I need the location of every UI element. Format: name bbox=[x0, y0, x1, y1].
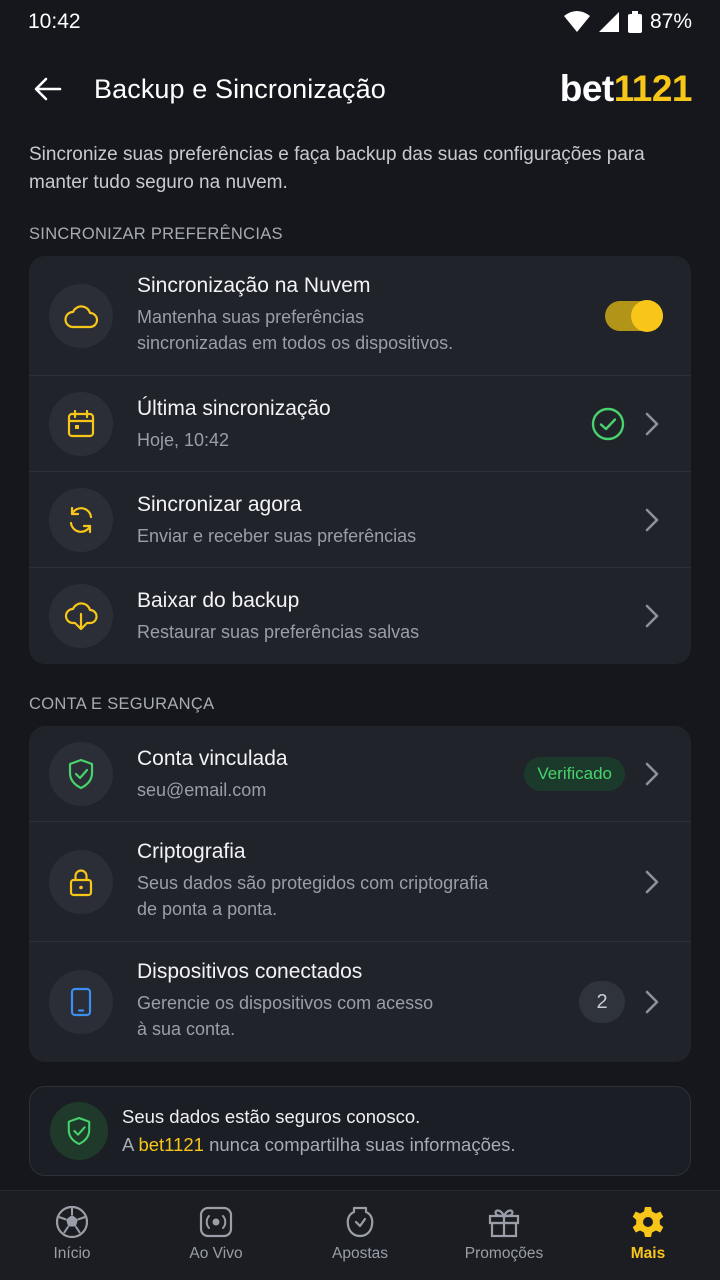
chevron-right-icon bbox=[641, 410, 663, 438]
signal-icon bbox=[598, 12, 619, 32]
chevron-right-icon bbox=[641, 988, 663, 1016]
shield-check-icon bbox=[68, 758, 94, 789]
cloud-sync-toggle[interactable] bbox=[605, 299, 663, 332]
status-time: 10:42 bbox=[28, 10, 81, 33]
bottom-nav: Início Ao Vivo Apostas Promoções Mais bbox=[0, 1190, 720, 1280]
battery-percent: 87% bbox=[649, 10, 692, 33]
gift-icon bbox=[488, 1209, 520, 1238]
cloud-sync-sub: Mantenha suas preferências sincronizadas … bbox=[137, 306, 454, 353]
arrow-left-icon bbox=[34, 77, 62, 101]
sync-icon bbox=[69, 506, 93, 533]
phone-icon-wrap bbox=[49, 970, 113, 1034]
verified-badge: Verificado bbox=[524, 756, 625, 791]
status-indicators: 87% bbox=[563, 10, 692, 34]
nav-item-inicio[interactable]: Início bbox=[0, 1191, 144, 1280]
encryption-sub: Seus dados são protegidos com criptograf… bbox=[137, 872, 489, 919]
info-line-2: A bet1121 nunca compartilha suas informa… bbox=[122, 1134, 516, 1155]
nav-label: Ao Vivo bbox=[189, 1245, 243, 1262]
row-linked-account[interactable]: Conta vinculada seu@email.com Verificado bbox=[29, 726, 691, 822]
lock-icon bbox=[69, 868, 93, 896]
last-sync-title: Última sincronização bbox=[137, 396, 331, 420]
gear-icon bbox=[632, 1207, 664, 1237]
shield-check-icon-wrap bbox=[50, 1102, 108, 1160]
linked-account-email: seu@email.com bbox=[137, 779, 267, 800]
devices-sub: Gerencie os dispositivos com acesso à sua… bbox=[137, 993, 434, 1039]
section-label-sync: SINCRONIZAR PREFERÊNCIAS bbox=[29, 225, 283, 243]
live-icon bbox=[199, 1206, 233, 1238]
row-cloud-sync[interactable]: Sincronização na Nuvem Mantenha suas pre… bbox=[29, 256, 691, 376]
nav-label: Início bbox=[53, 1245, 91, 1262]
chevron-right-icon bbox=[641, 602, 663, 630]
soccer-ball-icon bbox=[55, 1205, 89, 1239]
sync-now-title: Sincronizar agora bbox=[137, 492, 302, 516]
download-backup-sub: Restaurar suas preferências salvas bbox=[137, 622, 420, 642]
calendar-icon bbox=[67, 409, 95, 437]
phone-icon bbox=[70, 987, 92, 1017]
page-title: Backup e Sincronização bbox=[94, 73, 386, 104]
encryption-title: Criptografia bbox=[137, 839, 246, 863]
status-bar: 10:42 87% bbox=[0, 0, 720, 44]
wifi-icon bbox=[563, 11, 590, 32]
cloud-download-icon-wrap bbox=[49, 584, 113, 648]
info-line-1: Seus dados estão seguros conosco. bbox=[122, 1106, 421, 1127]
security-info-box: Seus dados estão seguros conosco. A bet1… bbox=[29, 1086, 691, 1176]
calendar-icon-wrap bbox=[49, 391, 113, 456]
app-header: Backup e Sincronização bet1121 bbox=[0, 56, 720, 122]
download-backup-title: Baixar do backup bbox=[137, 589, 300, 612]
back-button[interactable] bbox=[28, 69, 68, 109]
row-encryption[interactable]: Criptografia Seus dados são protegidos c… bbox=[29, 822, 691, 942]
cloud-sync-title: Sincronização na Nuvem bbox=[137, 273, 371, 297]
section-label-account: CONTA E SEGURANÇA bbox=[29, 695, 215, 713]
chevron-right-icon bbox=[641, 506, 663, 534]
nav-item-apostas[interactable]: Apostas bbox=[288, 1191, 432, 1280]
brand-logo: bet1121 bbox=[559, 68, 693, 109]
check-circle-icon bbox=[591, 407, 625, 440]
nav-item-ao-vivo[interactable]: Ao Vivo bbox=[144, 1191, 288, 1280]
linked-account-title: Conta vinculada bbox=[137, 746, 288, 770]
chevron-right-icon bbox=[641, 868, 663, 896]
toggle-knob bbox=[631, 299, 663, 332]
sync-card: Sincronização na Nuvem Mantenha suas pre… bbox=[29, 256, 691, 664]
nav-item-promocoes[interactable]: Promoções bbox=[432, 1191, 576, 1280]
nav-label: Mais bbox=[630, 1245, 666, 1262]
last-sync-time: Hoje, 10:42 bbox=[137, 429, 230, 450]
lock-icon-wrap bbox=[49, 849, 113, 914]
sync-now-sub: Enviar e receber suas preferências bbox=[137, 525, 417, 546]
row-last-sync[interactable]: Última sincronização Hoje, 10:42 bbox=[29, 376, 691, 472]
cloud-icon bbox=[64, 304, 98, 328]
nav-label: Promoções bbox=[464, 1245, 544, 1262]
shield-check-icon bbox=[67, 1116, 91, 1146]
devices-title: Dispositivos conectados bbox=[137, 960, 363, 983]
chevron-right-icon bbox=[641, 760, 663, 788]
battery-icon bbox=[627, 11, 642, 33]
shield-check-icon-wrap bbox=[49, 741, 113, 806]
row-connected-devices[interactable]: Dispositivos conectados Gerencie os disp… bbox=[29, 942, 691, 1062]
row-download-backup[interactable]: Baixar do backup Restaurar suas preferên… bbox=[29, 568, 691, 664]
cloud-download-icon bbox=[64, 602, 98, 631]
nav-item-mais[interactable]: Mais bbox=[576, 1191, 720, 1280]
nav-label: Apostas bbox=[331, 1245, 388, 1262]
betslip-icon bbox=[346, 1206, 374, 1238]
row-sync-now[interactable]: Sincronizar agora Enviar e receber suas … bbox=[29, 472, 691, 568]
account-card: Conta vinculada seu@email.com Verificado… bbox=[29, 726, 691, 1062]
sync-icon-wrap bbox=[49, 487, 113, 552]
cloud-icon-wrap bbox=[49, 283, 113, 348]
devices-count-badge: 2 bbox=[579, 981, 625, 1023]
intro-text: Sincronize suas preferências e faça back… bbox=[29, 144, 645, 193]
